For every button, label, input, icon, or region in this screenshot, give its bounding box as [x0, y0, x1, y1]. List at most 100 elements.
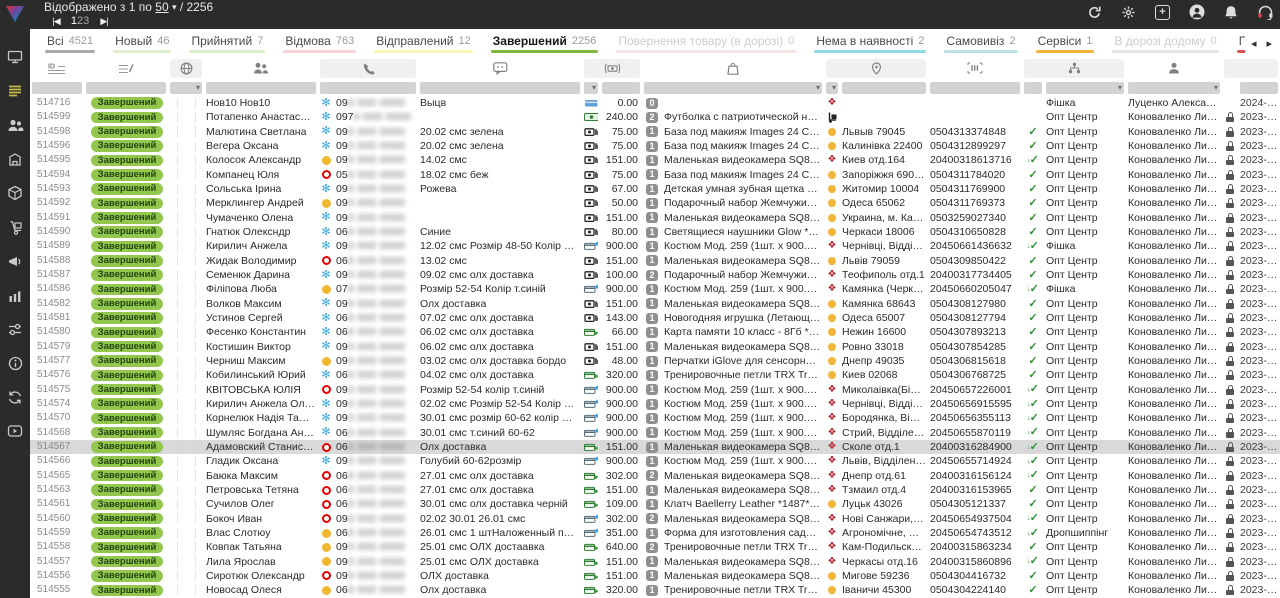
tracking-number[interactable]: 20450655714924	[928, 454, 1022, 468]
sidebar-item-procurement[interactable]	[0, 210, 30, 244]
tracking-number[interactable]: 20450654743512	[928, 526, 1022, 540]
tab-4[interactable]: Відправлений 12	[365, 29, 482, 57]
filter-dropdown-arrow-icon[interactable]: ▾	[592, 82, 596, 94]
tracking-number[interactable]: 0504308127980	[928, 297, 1022, 311]
tracking-number[interactable]: 0504311769900	[928, 182, 1022, 196]
filter-dropdown-arrow-icon[interactable]: ▾	[196, 82, 200, 94]
filter-dropdown-arrow-icon[interactable]: ▾	[1118, 82, 1122, 94]
table-row[interactable]: 514580 Завершений Фесенко Константин ✻ 0…	[30, 325, 1280, 339]
column-phone-header[interactable]	[320, 59, 416, 78]
table-row[interactable]: 514594 Завершений Компанец Юля 050 000 0…	[30, 168, 1280, 182]
table-row[interactable]: 514561 Завершений Сучилов Олег 060 000 0…	[30, 497, 1280, 511]
sidebar-item-statistics[interactable]	[0, 278, 30, 312]
tab-8[interactable]: Самовивіз 2	[935, 29, 1026, 57]
table-row[interactable]: 514577 Завершений Черниш Максим 090 000 …	[30, 354, 1280, 368]
app-logo[interactable]	[0, 0, 30, 28]
refresh-icon[interactable]	[1087, 5, 1102, 20]
column-filter-input[interactable]	[32, 82, 82, 94]
table-row[interactable]: 514587 Завершений Семенюк Дарина ✻ 090 0…	[30, 268, 1280, 282]
table-row[interactable]: 514716 Завершений Нов10 Нов10 ✻ 090 000 …	[30, 96, 1280, 110]
tracking-number[interactable]: 0504307854285	[928, 340, 1022, 354]
table-row[interactable]: 514570 Завершений Корнелюк Надія Та… ✻ 0…	[30, 411, 1280, 425]
table-row[interactable]: 514586 Завершений Філіпова Люба 070 000 …	[30, 282, 1280, 296]
column-filter-input[interactable]: ▾	[1128, 82, 1220, 94]
table-row[interactable]: 514582 Завершений Волков Максим ✻ 090 00…	[30, 297, 1280, 311]
tab-2[interactable]: Прийнятий 7	[180, 29, 274, 57]
column-filter-input[interactable]: ▾	[644, 82, 822, 94]
table-row[interactable]: 514589 Завершений Кирилич Анжела ✻ 090 0…	[30, 239, 1280, 253]
tab-5[interactable]: Завершений 2256	[482, 29, 608, 57]
tracking-number[interactable]: 0504311769373	[928, 196, 1022, 210]
tracking-number[interactable]: 0504311784020	[928, 168, 1022, 182]
tracking-number[interactable]: 20400316153965	[928, 483, 1022, 497]
column-filter-input[interactable]	[930, 82, 1020, 94]
table-row[interactable]: 514560 Завершений Бокоч Иван 090 000 000…	[30, 512, 1280, 526]
column-tracking-header[interactable]	[930, 59, 1020, 78]
table-row[interactable]: 514557 Завершений Лила Ярослав 090 000 0…	[30, 555, 1280, 569]
table-row[interactable]: 514598 Завершений Малютина Светлана ✻ 09…	[30, 125, 1280, 139]
tracking-number[interactable]: 20400316156124	[928, 469, 1022, 483]
gear-icon[interactable]	[1121, 5, 1136, 20]
tracking-number[interactable]: 20400315860896	[928, 555, 1022, 569]
column-filter-input[interactable]: ▾	[170, 82, 202, 94]
tracking-number[interactable]: 20450660205047	[928, 282, 1022, 296]
last-page-button[interactable]: ▶|	[92, 14, 116, 28]
table-row[interactable]: 514581 Завершений Устинов Сергей ✻ 060 0…	[30, 311, 1280, 325]
table-row[interactable]: 514567 Завершений Адамовский Станис… 060…	[30, 440, 1280, 454]
page-size-dropdown[interactable]: 50 ▾	[155, 0, 176, 14]
sidebar-item-clients[interactable]	[0, 108, 30, 142]
column-filter-input[interactable]: ▾	[584, 82, 598, 94]
tab-6[interactable]: Повернення товару (в дорозі) 0	[607, 29, 805, 57]
tracking-number[interactable]: 20450661436632	[928, 239, 1022, 253]
filter-dropdown-arrow-icon[interactable]: ▾	[832, 82, 836, 94]
column-filter-input[interactable]	[320, 82, 416, 94]
column-country-header[interactable]	[170, 59, 202, 78]
tracking-number[interactable]: 0504307893213	[928, 325, 1022, 339]
tracking-number[interactable]: 0504306768725	[928, 368, 1022, 382]
table-row[interactable]: 514555 Завершений Новосад Олеся 060 000 …	[30, 583, 1280, 597]
tracking-number[interactable]: 20450656355113	[928, 411, 1022, 425]
table-row[interactable]: 514590 Завершений Гнатюк Олексндр ✻ 060 …	[30, 225, 1280, 239]
column-manager-header[interactable]	[1128, 59, 1220, 78]
column-filter-input[interactable]	[1024, 82, 1042, 94]
table-row[interactable]: 514559 Завершений Влас Слотюу 060 000 00…	[30, 526, 1280, 540]
add-order-button[interactable]: +	[1155, 5, 1170, 20]
tracking-number[interactable]: 0504313374848	[928, 125, 1022, 139]
table-row[interactable]: 514588 Завершений Жидак Володимир 060 00…	[30, 254, 1280, 268]
table-row[interactable]: 514568 Завершений Шумляс Богдана Ан… ✻ 0…	[30, 426, 1280, 440]
first-page-button[interactable]: |◀	[44, 14, 68, 28]
column-filter-input[interactable]	[842, 82, 926, 94]
sidebar-item-video-tutorials[interactable]	[0, 414, 30, 448]
column-id-header[interactable]: ID	[32, 59, 82, 78]
column-filter-input[interactable]: ▾	[1046, 82, 1124, 94]
column-payment-header[interactable]	[584, 59, 640, 78]
tab-10[interactable]: В дорозі додому 0	[1103, 29, 1227, 57]
table-row[interactable]: 514574 Завершений Кирилич Анжела Ол… ✻ 0…	[30, 397, 1280, 411]
tracking-number[interactable]: 0504306815618	[928, 354, 1022, 368]
tracking-number[interactable]: 0504309850422	[928, 254, 1022, 268]
column-product-header[interactable]	[644, 59, 822, 78]
tracking-number[interactable]: 0503259027340	[928, 211, 1022, 225]
sidebar-item-products[interactable]	[0, 176, 30, 210]
table-row[interactable]: 514563 Завершений Петровська Тетяна 060 …	[30, 483, 1280, 497]
filter-dropdown-arrow-icon[interactable]: ▾	[1214, 82, 1218, 94]
tracking-number[interactable]: 0504304416732	[928, 569, 1022, 583]
table-row[interactable]: 514556 Завершений Сиротюк Олександр 090 …	[30, 569, 1280, 583]
table-row[interactable]: 514579 Завершений Костишин Виктор ✻ 090 …	[30, 340, 1280, 354]
filter-dropdown-arrow-icon[interactable]: ▾	[816, 82, 820, 94]
sidebar-item-orders[interactable]	[0, 74, 30, 108]
column-filter-input[interactable]	[86, 82, 166, 94]
column-status-header[interactable]	[86, 59, 166, 78]
column-client-header[interactable]	[206, 59, 316, 78]
page-button-3[interactable]: 3	[83, 15, 89, 27]
tracking-number[interactable]: 20450656915595	[928, 397, 1022, 411]
table-row[interactable]: 514596 Завершений Вегера Оксана ✻ 090 00…	[30, 139, 1280, 153]
tracking-number[interactable]: 20400317734405	[928, 268, 1022, 282]
column-filter-input[interactable]: ▾	[826, 82, 838, 94]
table-row[interactable]: 514593 Завершений Сольська Ірина ✻ 090 0…	[30, 182, 1280, 196]
tab-7[interactable]: Нема в наявності 2	[805, 29, 935, 57]
tab-3[interactable]: Відмова 763	[274, 29, 365, 57]
tab-9[interactable]: Сервіси 1	[1027, 29, 1104, 57]
tracking-number[interactable]: 0504305121337	[928, 497, 1022, 511]
column-channel-header[interactable]	[1024, 59, 1124, 78]
